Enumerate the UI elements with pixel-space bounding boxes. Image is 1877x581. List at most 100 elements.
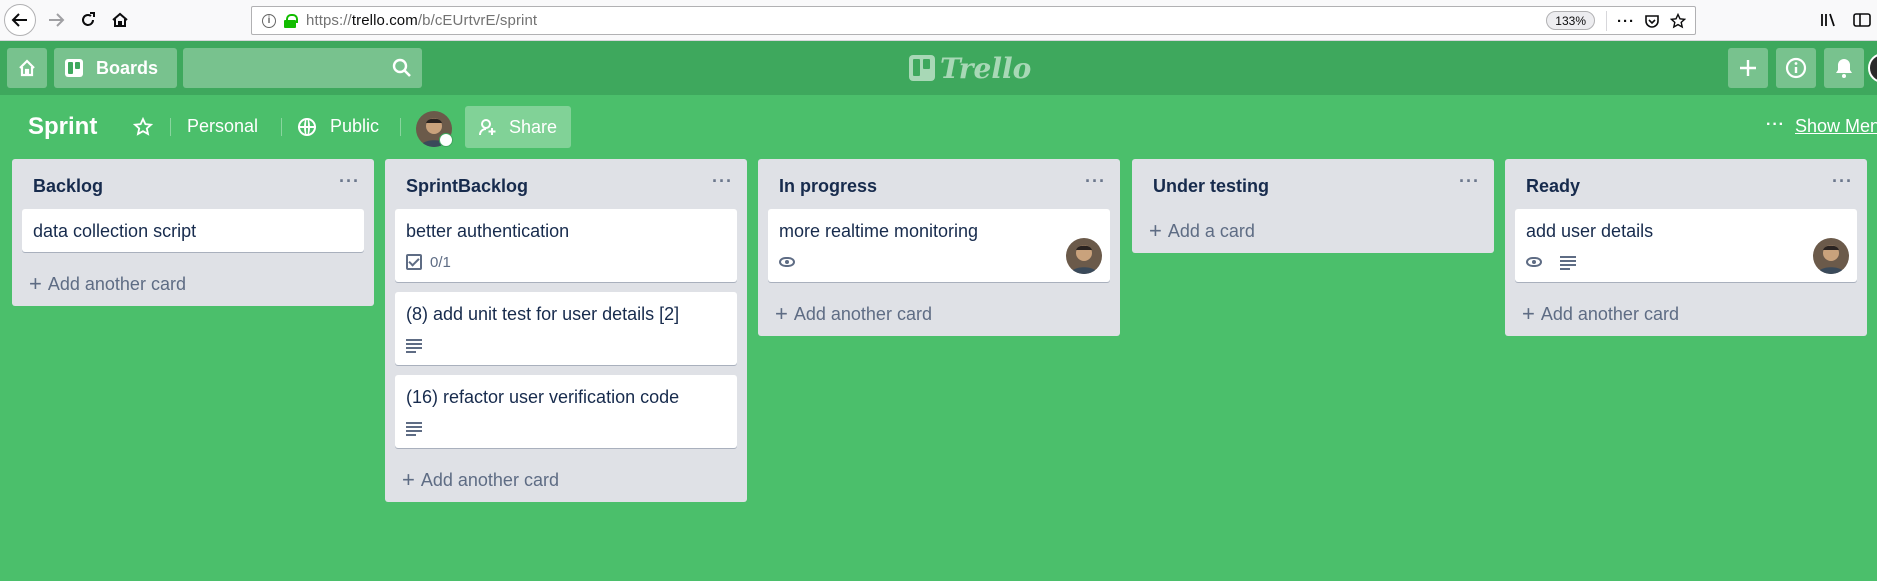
checklist-badge: 0/1 [406, 254, 451, 271]
star-icon[interactable] [133, 117, 153, 137]
description-badge [406, 421, 422, 436]
list-menu-icon[interactable]: ··· [712, 171, 733, 192]
add-card-button[interactable]: + Add another card [12, 262, 374, 306]
url-path: /b/cEUrtvrE/sprint [417, 12, 538, 29]
user-avatar[interactable] [1868, 53, 1877, 83]
plus-icon: + [1522, 301, 1535, 326]
list-menu-icon[interactable]: ··· [339, 171, 360, 192]
zoom-level-badge[interactable]: 133% [1546, 11, 1595, 30]
card-badges: 0/1 [406, 252, 726, 272]
add-card-button[interactable]: + Add another card [385, 458, 747, 502]
list-title[interactable]: Ready [1526, 176, 1580, 197]
boards-label: Boards [96, 57, 159, 78]
add-card-label: Add another card [47, 273, 186, 294]
eye-icon [779, 257, 795, 267]
list-header: Under testing ··· [1132, 159, 1494, 209]
url-text[interactable]: https://trello.com/b/cEUrtvrE/sprint [306, 12, 537, 29]
list-sprintbacklog: SprintBacklog ··· better authentication … [385, 159, 747, 502]
reload-button[interactable] [72, 4, 104, 36]
description-icon [406, 421, 422, 436]
card-badges [1526, 252, 1846, 272]
card-title: data collection script [33, 221, 197, 241]
eye-icon [1526, 257, 1542, 267]
card-member-avatar[interactable] [1813, 238, 1849, 274]
arrow-right-icon [49, 13, 65, 27]
forward-button[interactable] [40, 4, 72, 36]
list-menu-icon[interactable]: ··· [1459, 171, 1480, 192]
list-title[interactable]: SprintBacklog [406, 176, 528, 197]
list-header: SprintBacklog ··· [385, 159, 747, 209]
list-title[interactable]: Under testing [1153, 176, 1269, 197]
card-badges [406, 335, 726, 355]
plus-icon: + [775, 301, 788, 326]
list-menu-icon[interactable]: ··· [1085, 171, 1106, 192]
bookmark-star-icon[interactable] [1667, 11, 1689, 31]
list-backlog: Backlog ··· data collection script + Add … [12, 159, 374, 306]
share-button[interactable]: Share [465, 106, 571, 148]
url-domain: trello.com [351, 12, 418, 29]
plus-icon: + [29, 271, 42, 296]
card[interactable]: better authentication 0/1 [395, 209, 737, 282]
team-button[interactable]: Personal [187, 116, 258, 137]
board-more-icon[interactable]: ··· [1766, 116, 1785, 134]
pocket-icon[interactable] [1641, 11, 1663, 31]
card-badges [406, 418, 726, 438]
trello-logo-icon [909, 55, 935, 81]
add-card-button[interactable]: + Add another card [758, 292, 1120, 336]
trello-header: Boards Trello [0, 41, 1877, 95]
list-header: Ready ··· [1505, 159, 1867, 209]
browser-home-button[interactable] [104, 4, 136, 36]
trello-logo-text: Trello [940, 51, 1032, 85]
watching-badge [1526, 257, 1542, 267]
card-badges [779, 252, 1099, 272]
card[interactable]: (16) refactor user verification code [395, 375, 737, 448]
card-title: (16) refactor user verification code [406, 387, 680, 407]
home-icon [19, 59, 35, 77]
lock-icon[interactable] [284, 13, 298, 28]
trello-logo[interactable]: Trello [909, 51, 1032, 85]
list-menu-icon[interactable]: ··· [1832, 171, 1853, 192]
browser-toolbar: i https://trello.com/b/cEUrtvrE/sprint 1… [0, 0, 1877, 41]
boards-button[interactable]: Boards [54, 48, 177, 88]
board-header-divider [400, 118, 401, 136]
card-member-avatar[interactable] [1066, 238, 1102, 274]
reload-icon [82, 12, 95, 26]
card-title: (8) add unit test for user details [2] [406, 304, 680, 324]
list-title[interactable]: In progress [779, 176, 877, 197]
card[interactable]: more realtime monitoring [768, 209, 1110, 282]
description-badge [406, 338, 422, 353]
back-button[interactable] [4, 4, 36, 36]
create-button[interactable] [1728, 48, 1768, 88]
admin-badge-icon [439, 133, 453, 147]
info-icon[interactable]: i [262, 13, 276, 28]
share-label: Share [509, 116, 558, 137]
library-icon[interactable] [1818, 10, 1840, 30]
add-card-label: Add another card [1540, 303, 1679, 324]
trello-home-button[interactable] [7, 48, 47, 88]
card[interactable]: data collection script [22, 209, 364, 252]
board-header-divider [170, 118, 171, 136]
search-input[interactable] [183, 48, 422, 88]
boards-icon [65, 59, 83, 77]
page-actions-icon[interactable]: ··· [1615, 11, 1637, 31]
add-card-button[interactable]: + Add a card [1132, 209, 1494, 253]
visibility-label: Public [330, 116, 380, 136]
list-title[interactable]: Backlog [33, 176, 103, 197]
url-prefix: https:// [306, 12, 352, 29]
checklist-count: 0/1 [430, 253, 451, 271]
visibility-button[interactable]: Public [298, 116, 379, 137]
list-ready: Ready ··· add user details + Add another … [1505, 159, 1867, 336]
show-menu-link[interactable]: Show Menu [1795, 116, 1877, 137]
card[interactable]: add user details [1515, 209, 1857, 282]
card[interactable]: (8) add unit test for user details [2] [395, 292, 737, 365]
board-title[interactable]: Sprint [28, 113, 97, 141]
sidebar-toggle-icon[interactable] [1851, 10, 1873, 30]
search-icon[interactable] [392, 58, 412, 78]
notifications-button[interactable] [1824, 48, 1864, 88]
add-card-label: Add a card [1167, 220, 1255, 241]
list-in-progress: In progress ··· more realtime monitoring… [758, 159, 1120, 336]
description-badge [1560, 255, 1576, 270]
info-button[interactable] [1776, 48, 1816, 88]
add-card-button[interactable]: + Add another card [1505, 292, 1867, 336]
url-bar[interactable]: i https://trello.com/b/cEUrtvrE/sprint 1… [251, 6, 1696, 35]
